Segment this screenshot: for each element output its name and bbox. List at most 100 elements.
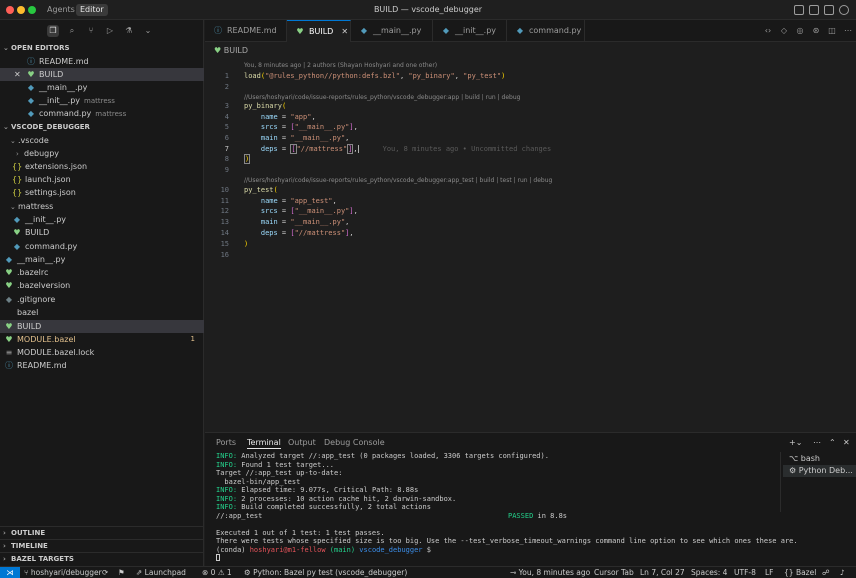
- launchpad-button[interactable]: ⇗ Launchpad: [136, 567, 186, 578]
- terminal-output[interactable]: INFO: Analyzed target //:app_test (0 pac…: [216, 452, 798, 564]
- notifications-icon[interactable]: ☍: [822, 567, 830, 578]
- new-terminal-icon[interactable]: +⌄: [789, 437, 802, 449]
- code-line: load("@rules_python//python:defs.bzl", "…: [244, 72, 506, 80]
- editor-mode-tab[interactable]: Editor: [76, 4, 108, 16]
- tab-build[interactable]: ♥ BUILD ✕: [287, 20, 351, 42]
- file-item[interactable]: ⓘ README.md: [0, 359, 204, 372]
- open-editor-item[interactable]: ◆ __init__.py mattress: [0, 94, 204, 107]
- file-item[interactable]: ◆ .gitignore: [0, 293, 204, 306]
- split-editor-icon[interactable]: ◫: [827, 26, 837, 36]
- status-bar: ⋊ ⑂ hoshyari/debugger ⟳ ⚑ ⇗ Launchpad ⊗ …: [0, 566, 856, 578]
- code-editor[interactable]: You, 8 minutes ago | 2 authors (Shayan H…: [205, 58, 856, 432]
- encoding[interactable]: UTF-8: [734, 567, 756, 578]
- indentation[interactable]: Spaces: 4: [691, 567, 727, 578]
- blame-status[interactable]: ⊸ You, 8 minutes ago: [510, 567, 590, 578]
- more-views-chevron-icon[interactable]: ⌄: [142, 25, 154, 37]
- file-item[interactable]: ♥ BUILD: [0, 226, 204, 239]
- chevron-right-icon: ›: [3, 555, 6, 563]
- info-icon: ⓘ: [214, 26, 222, 35]
- bell-icon[interactable]: ♪: [840, 567, 845, 578]
- open-editor-item[interactable]: ✕ ♥ BUILD: [0, 68, 204, 81]
- problems-indicator[interactable]: ⊗ 0 ⚠ 1: [202, 567, 232, 578]
- explorer-sidebar: ❐ ⌕ ⑂ ▷ ⚗ ⌄ ⌄ OPEN EDITORS ⓘ README.md ✕ ♥ B…: [0, 20, 204, 566]
- search-icon[interactable]: ⌕: [66, 25, 78, 37]
- file-item[interactable]: {} extensions.json: [0, 160, 204, 173]
- python-icon: ◆: [360, 26, 368, 35]
- file-item[interactable]: ◆ command.py: [0, 240, 204, 253]
- tab-output[interactable]: Output: [288, 437, 316, 449]
- bazel-icon: ♥: [5, 281, 13, 290]
- more-actions-icon[interactable]: ⋯: [843, 26, 853, 36]
- sync-icon[interactable]: ⟳: [102, 567, 108, 578]
- close-icon[interactable]: ✕: [14, 68, 26, 81]
- file-item[interactable]: ≡ MODULE.bazel.lock: [0, 346, 204, 359]
- bazel-target-codelens[interactable]: //Users/hoshyari/code/issue-reports/rule…: [244, 176, 552, 185]
- tab-ports[interactable]: Ports: [216, 437, 236, 449]
- diff-icon[interactable]: ◇: [779, 26, 789, 36]
- source-control-icon[interactable]: ⑂: [85, 25, 97, 37]
- branch-indicator[interactable]: ⑂ hoshyari/debugger: [24, 567, 102, 578]
- open-editors-header[interactable]: ⌄ OPEN EDITORS: [0, 42, 204, 55]
- file-item-selected[interactable]: ♥ BUILD: [0, 320, 204, 333]
- code-line: name = "app",: [260, 113, 316, 121]
- files-icon[interactable]: ❐: [47, 25, 59, 37]
- bazel-run-icon[interactable]: ⊛: [811, 26, 821, 36]
- open-editor-item[interactable]: ◆ command.py mattress: [0, 107, 204, 120]
- bookmark-icon[interactable]: ⚑: [118, 567, 125, 578]
- maximize-panel-icon[interactable]: ⌃: [829, 437, 836, 449]
- cursor-tab-status[interactable]: Cursor Tab: [594, 567, 634, 578]
- tab-main-py[interactable]: ◆ __main__.py: [351, 20, 433, 42]
- cursor-position[interactable]: Ln 7, Col 27: [640, 567, 685, 578]
- timeline-header[interactable]: › TIMELINE: [0, 539, 204, 552]
- file-item[interactable]: ♥ .bazelrc: [0, 266, 204, 279]
- string-literal: "py_binary": [408, 72, 455, 80]
- more-icon[interactable]: ⋯: [813, 437, 821, 449]
- folder-item[interactable]: ⌄ mattress: [0, 200, 204, 213]
- project-header[interactable]: ⌄ VSCODE_DEBUGGER: [0, 121, 204, 134]
- line-ending[interactable]: LF: [765, 567, 774, 578]
- go-back-icon[interactable]: ‹›: [763, 26, 773, 36]
- terminal-line: Executed 1 out of 1 test: 1 test passes.: [216, 528, 385, 537]
- file-item[interactable]: ◆ __init__.py: [0, 213, 204, 226]
- outline-header[interactable]: › OUTLINE: [0, 526, 204, 539]
- toggle-sidebar-icon[interactable]: [794, 5, 804, 15]
- file-item[interactable]: ♥ MODULE.bazel 1: [0, 333, 204, 346]
- language-mode[interactable]: {} Bazel: [784, 567, 816, 578]
- tab-init-py[interactable]: ◆ __init__.py: [433, 20, 507, 42]
- agents-mode-tab[interactable]: Agents: [44, 4, 78, 16]
- terminal-bash[interactable]: ⌥ bash: [783, 453, 856, 465]
- toggle-secondary-sidebar-icon[interactable]: [824, 5, 834, 15]
- bazel-icon: ♥: [5, 335, 13, 344]
- file-item[interactable]: {} settings.json: [0, 186, 204, 199]
- bazel-targets-header[interactable]: › BAZEL TARGETS: [0, 552, 204, 565]
- close-icon[interactable]: ✕: [843, 437, 850, 449]
- tab-debug-console[interactable]: Debug Console: [324, 437, 385, 449]
- open-changes-icon[interactable]: ◎: [795, 26, 805, 36]
- git-blame-codelens[interactable]: You, 8 minutes ago | 2 authors (Shayan H…: [244, 61, 437, 70]
- bazel-icon: ♥: [5, 268, 13, 277]
- breadcrumb[interactable]: ♥ BUILD: [214, 45, 248, 57]
- tab-terminal[interactable]: Terminal: [247, 437, 281, 449]
- git-commit-icon: ⊸: [510, 568, 519, 577]
- remote-indicator-icon[interactable]: ⋊: [0, 567, 20, 578]
- file-item[interactable]: {} launch.json: [0, 173, 204, 186]
- code-line-current: deps = ["//mattress"], You, 8 minutes ago…: [260, 144, 552, 154]
- file-item[interactable]: bazel: [0, 306, 204, 319]
- file-item[interactable]: ◆ __main__.py: [0, 253, 204, 266]
- open-editor-item[interactable]: ◆ __main__.py: [0, 81, 204, 94]
- line-number: 12: [220, 207, 229, 215]
- file-item[interactable]: ♥ .bazelversion: [0, 279, 204, 292]
- folder-item[interactable]: ⌄ .vscode: [0, 134, 204, 147]
- terminal-python-debug[interactable]: ⚙ Python Deb...: [783, 465, 856, 477]
- string-literal: "py_test": [463, 72, 502, 80]
- open-editor-item[interactable]: ⓘ README.md: [0, 55, 204, 68]
- debug-config[interactable]: ⚙ Python: Bazel py test (vscode_debugger…: [244, 567, 407, 578]
- tab-command-py[interactable]: ◆ command.py: [507, 20, 585, 42]
- toggle-panel-icon[interactable]: [809, 5, 819, 15]
- run-debug-icon[interactable]: ▷: [104, 25, 116, 37]
- settings-gear-icon[interactable]: [839, 5, 849, 15]
- tab-readme[interactable]: ⓘ README.md: [205, 20, 287, 42]
- folder-item[interactable]: › debugpy: [0, 147, 204, 160]
- testing-icon[interactable]: ⚗: [123, 25, 135, 37]
- close-icon[interactable]: ✕: [341, 27, 348, 36]
